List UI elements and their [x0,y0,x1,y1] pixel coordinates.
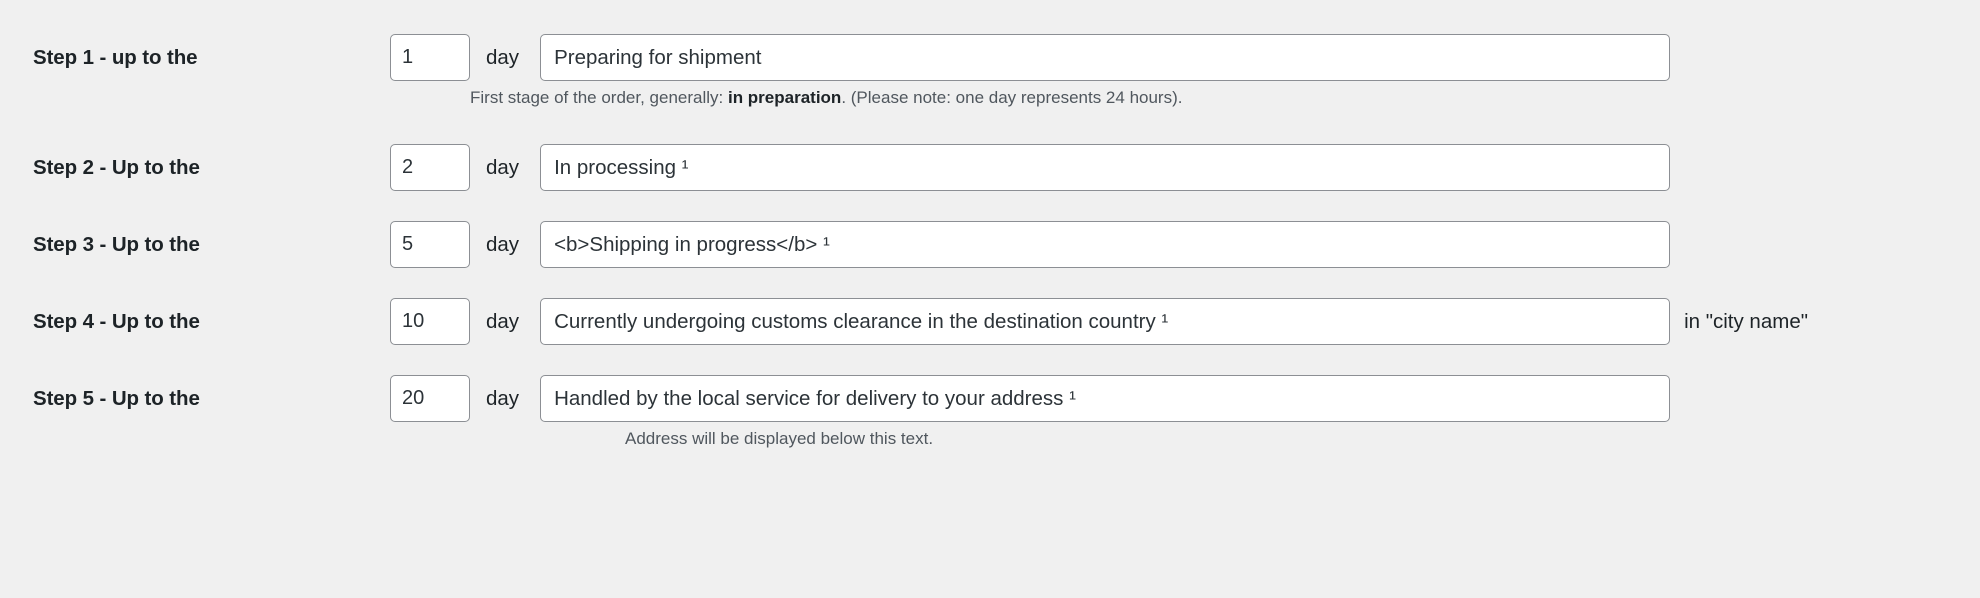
step-3-day-unit: day [486,232,520,256]
step-2-day-unit: day [486,155,520,179]
step-5-hint: Address will be displayed below this tex… [625,429,1980,449]
step-1-hint-bold: in preparation [727,88,842,107]
step-2-label: Step 2 - Up to the [33,155,200,179]
step-4-message-input[interactable] [540,298,1671,345]
step-row-5: Step 5 - Up to the day [0,375,1980,422]
step-1-hint-before: First stage of the order, generally: [470,88,728,107]
step-row-3: Step 3 - Up to the day [0,221,1980,268]
step-4-days-input[interactable] [390,298,470,345]
step-2-message-input[interactable] [540,144,1671,191]
step-row-4: Step 4 - Up to the day in "city name" [0,298,1980,345]
step-1-hint-after: . (Please note: one day represents 24 ho… [841,88,1183,107]
step-3-message-input[interactable] [540,221,1671,268]
step-row-1: Step 1 - up to the day [0,34,1980,81]
step-1-message-input[interactable] [540,34,1671,81]
step-5-day-unit: day [486,386,520,410]
step-5-label: Step 5 - Up to the [33,386,200,410]
step-2-days-input[interactable] [390,144,470,191]
step-5-message-input[interactable] [540,375,1671,422]
step-3-label: Step 3 - Up to the [33,232,200,256]
step-5-days-input[interactable] [390,375,470,422]
step-5-hint-text: Address will be displayed below this tex… [625,429,934,448]
step-1-day-unit: day [486,45,520,69]
step-row-2: Step 2 - Up to the day [0,144,1980,191]
step-1-days-input[interactable] [390,34,470,81]
step-1-hint: First stage of the order, generally: in … [470,88,1980,108]
shipping-steps-settings-form: Step 1 - up to the day First stage of th… [0,0,1980,598]
step-4-day-unit: day [486,309,520,333]
step-4-suffix-label: in "city name" [1684,309,1808,333]
step-1-label: Step 1 - up to the [33,45,198,69]
step-4-label: Step 4 - Up to the [33,309,200,333]
step-3-days-input[interactable] [390,221,470,268]
